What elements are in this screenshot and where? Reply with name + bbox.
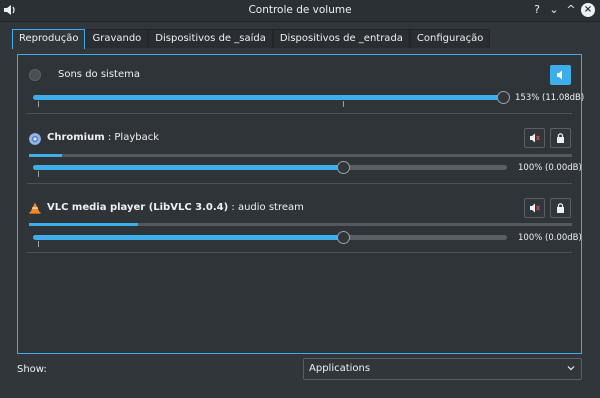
speaker-muted-icon [530, 203, 540, 213]
help-button[interactable]: ? [530, 3, 544, 17]
chromium-volume-handle[interactable] [336, 161, 350, 174]
vlc-level-meter [29, 223, 572, 226]
vlc-volume-value: 100% (0.00dB) [518, 233, 582, 243]
tab-dispositivos-entrada[interactable]: Dispositivos de _entrada [272, 29, 410, 48]
system-sounds-icon [29, 69, 41, 81]
chromium-lock-button[interactable] [550, 128, 571, 148]
system-volume-handle[interactable] [497, 91, 510, 104]
chromium-volume-slider[interactable] [33, 165, 507, 170]
chromium-detail: : Playback [107, 132, 160, 143]
vlc-name: VLC media player (LibVLC 3.0.4) [47, 202, 229, 213]
tab-bar: Reprodução Gravando Dispositivos de _saí… [12, 29, 491, 49]
system-sounds-label: Sons do sistema [58, 69, 140, 80]
tab-reproducao[interactable]: Reprodução [12, 29, 86, 49]
vlc-volume-handle[interactable] [336, 231, 350, 244]
vlc-icon [29, 202, 41, 214]
show-filter-value: Applications [309, 363, 371, 374]
slider-tick-100 [343, 101, 344, 107]
vlc-level-fill [29, 223, 138, 226]
vlc-title: VLC media player (LibVLC 3.0.4) : audio … [47, 202, 304, 213]
speaker-icon [557, 70, 562, 80]
system-mute-button[interactable] [550, 65, 571, 85]
streams-panel: Sons do sistema 153% (11.08dB) Chromium … [17, 54, 585, 354]
separator [27, 183, 572, 184]
speaker-muted-icon [530, 133, 540, 143]
separator [27, 252, 572, 253]
vlc-volume-slider[interactable] [33, 235, 507, 240]
slider-tick [38, 241, 39, 247]
chromium-mute-button[interactable] [524, 128, 545, 148]
title-bar: Controle de volume ? ⌄ ^ × [0, 0, 600, 22]
system-volume-value: 153% (11.08dB) [515, 93, 585, 103]
window-title: Controle de volume [248, 4, 352, 16]
show-filter-select[interactable]: Applications [303, 358, 582, 380]
chromium-volume-fill [33, 165, 343, 170]
lock-icon [557, 133, 564, 143]
system-volume-fill [33, 95, 507, 100]
chromium-icon [29, 133, 41, 145]
close-button[interactable]: × [581, 3, 595, 17]
separator [27, 113, 572, 114]
minimize-button[interactable]: ⌄ [547, 3, 561, 17]
vlc-lock-button[interactable] [550, 198, 571, 218]
lock-icon [557, 203, 564, 213]
chevron-down-icon [567, 366, 575, 371]
chromium-level-fill [29, 154, 62, 157]
vlc-detail: : audio stream [231, 202, 304, 213]
chromium-name: Chromium [47, 132, 105, 143]
chromium-level-meter [29, 154, 572, 157]
tab-configuracao[interactable]: Configuração [409, 29, 491, 48]
vlc-volume-fill [33, 235, 343, 240]
tab-gravando[interactable]: Gravando [85, 29, 149, 48]
chromium-title: Chromium : Playback [47, 132, 159, 143]
slider-tick [38, 171, 39, 177]
system-volume-slider[interactable] [33, 95, 507, 100]
maximize-button[interactable]: ^ [564, 3, 578, 17]
tab-dispositivos-saida[interactable]: Dispositivos de _saída [148, 29, 273, 48]
show-label: Show: [17, 364, 47, 375]
vlc-mute-button[interactable] [524, 198, 545, 218]
slider-tick [38, 101, 39, 107]
chromium-volume-value: 100% (0.00dB) [518, 163, 582, 173]
